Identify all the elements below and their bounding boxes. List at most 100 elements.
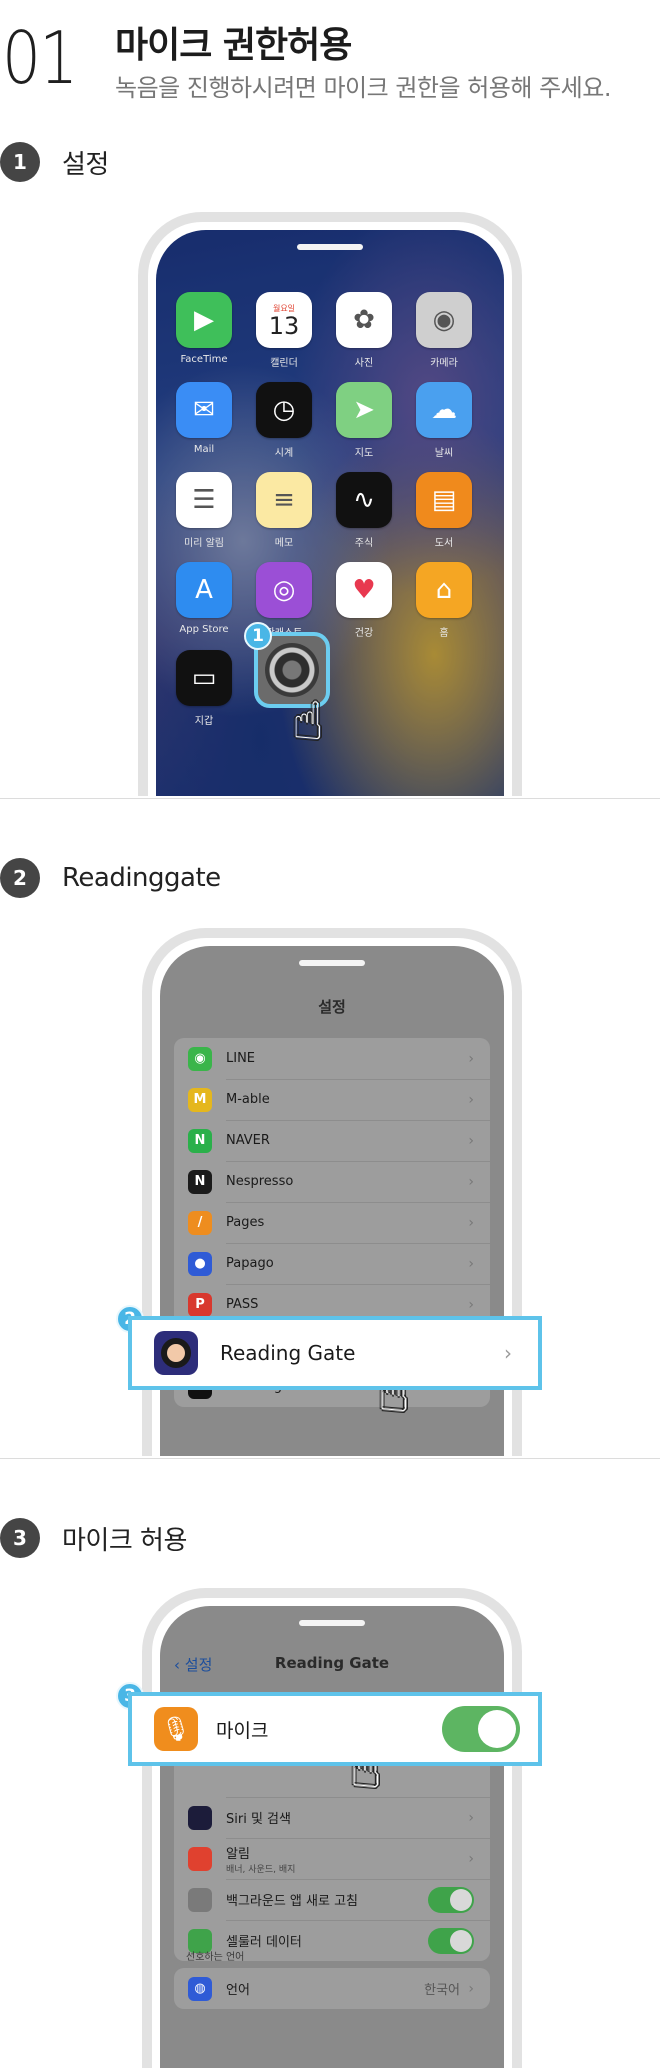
app-icon: ◉ [188, 1046, 212, 1071]
divider [0, 798, 660, 799]
chevron-right-icon: › [468, 1296, 474, 1313]
app-facetime[interactable]: ▶ FaceTime [176, 292, 232, 365]
app-photos[interactable]: ✿ 사진 [336, 292, 392, 369]
language-section-header: 선호하는 언어 [186, 1952, 245, 1963]
home-screen: ▶ FaceTime 월요일 13 캘린더 ✿ 사진 ◉ 카메라 ✉ Mail ◷ 시계 ➤ 지도 ☁ 날씨 ☰ 미… [156, 230, 504, 796]
phone-app-settings-screen: ‹ 설정 Reading Gate Siri 및 검색 › 알림 배너, 사운드, 배… [142, 1588, 522, 2068]
photos-icon: ✿ [336, 292, 392, 348]
facetime-icon: ▶ [176, 292, 232, 348]
row-label: Pages [226, 1215, 265, 1230]
app-label: 지갑 [194, 716, 214, 727]
app-label: 카메라 [430, 358, 458, 369]
row-label: LINE [226, 1051, 256, 1066]
app-clock[interactable]: ◷ 시계 [256, 382, 312, 459]
app-home[interactable]: ⌂ 홈 [416, 562, 472, 639]
app-maps[interactable]: ➤ 지도 [336, 382, 392, 459]
reading-gate-app-icon [154, 1331, 198, 1375]
app-reminders[interactable]: ☰ 미리 알림 [176, 472, 232, 549]
step-label: Readinggate [62, 863, 221, 893]
chevron-right-icon: › [468, 1980, 474, 1997]
microphone-toggle[interactable] [442, 1706, 520, 1752]
mail-icon: ✉ [176, 382, 232, 438]
row-label: PASS [226, 1297, 259, 1312]
app-wallet[interactable]: ▭ 지갑 [176, 650, 232, 727]
app-label: 날씨 [434, 448, 454, 459]
toggle-switch[interactable] [428, 1927, 474, 1954]
settings-row-naver[interactable]: N NAVER › [174, 1120, 490, 1161]
app-icon: / [188, 1210, 212, 1235]
maps-icon: ➤ [336, 382, 392, 438]
globe-icon: ◍ [188, 1976, 212, 2001]
setting-icon [188, 1846, 212, 1871]
app-label: 홈 [439, 628, 449, 639]
chevron-right-icon: › [468, 1050, 474, 1067]
stocks-icon: ∿ [336, 472, 392, 528]
app-setting-row[interactable]: Siri 및 검색 › [174, 1797, 490, 1838]
chevron-right-icon: › [504, 1341, 512, 1365]
notes-icon: ≡ [256, 472, 312, 528]
app-health[interactable]: ♥ 건강 [336, 562, 392, 639]
app-camera[interactable]: ◉ 카메라 [416, 292, 472, 369]
app-setting-row[interactable]: 백그라운드 앱 새로 고침 [174, 1879, 490, 1920]
app-label: 시계 [274, 448, 294, 459]
language-list: ◍ 언어 한국어 › [174, 1968, 490, 2009]
settings-row-m-able[interactable]: M M-able › [174, 1079, 490, 1120]
chevron-right-icon: › [468, 1173, 474, 1190]
chevron-right-icon: › [468, 1214, 474, 1231]
app-icon: M [188, 1087, 212, 1112]
app-label: 캘린더 [270, 358, 298, 369]
chevron-right-icon: › [468, 1091, 474, 1108]
wallet-icon: ▭ [176, 650, 232, 706]
settings-row-nespresso[interactable]: N Nespresso › [174, 1161, 490, 1202]
gear-icon [265, 643, 319, 697]
health-icon: ♥ [336, 562, 392, 618]
app-label: 메모 [274, 538, 294, 549]
settings-row-pages[interactable]: / Pages › [174, 1202, 490, 1243]
microphone-permission-callout[interactable]: 🎙 마이크 [128, 1692, 542, 1766]
row-sublabel: 배너, 사운드, 배지 [226, 1864, 296, 1875]
page-title: 마이크 권한허용 [115, 25, 352, 66]
app-icon: N [188, 1128, 212, 1153]
app-stocks[interactable]: ∿ 주식 [336, 472, 392, 549]
dynamic-island [297, 244, 363, 250]
app-label: App Store [179, 624, 229, 635]
language-label: 언어 [226, 1983, 250, 1998]
step-number-badge: 1 [0, 142, 40, 182]
app-books[interactable]: ▤ 도서 [416, 472, 472, 549]
language-row[interactable]: ◍ 언어 한국어 › [174, 1968, 490, 2009]
step-label: 설정 [62, 149, 109, 180]
reading-gate-callout[interactable]: Reading Gate › [128, 1316, 542, 1390]
step-1-callout-badge: 1 [244, 622, 272, 650]
camera-icon: ◉ [416, 292, 472, 348]
row-label: 백그라운드 앱 새로 고침 [226, 1894, 358, 1909]
app-label: 지도 [354, 448, 374, 459]
dynamic-island [299, 1620, 365, 1626]
chevron-right-icon: › [468, 1132, 474, 1149]
microphone-icon: 🎙 [154, 1707, 198, 1751]
pointing-hand-icon: ☝ [292, 692, 324, 752]
app-calendar[interactable]: 월요일 13 캘린더 [256, 292, 312, 369]
step-number-badge: 2 [0, 858, 40, 898]
app-setting-row[interactable]: 알림 배너, 사운드, 배지 › [174, 1838, 490, 1879]
row-label: M-able [226, 1092, 270, 1107]
step-1-heading: 1 설정 [0, 142, 109, 182]
settings-row-line[interactable]: ◉ LINE › [174, 1038, 490, 1079]
callout-label: Reading Gate [220, 1341, 356, 1365]
reminders-icon: ☰ [176, 472, 232, 528]
app-mail[interactable]: ✉ Mail [176, 382, 232, 455]
app-appstore[interactable]: A App Store [176, 562, 232, 635]
clock-icon: ◷ [256, 382, 312, 438]
app-label: 미리 알림 [184, 538, 224, 549]
app-label: 사진 [354, 358, 374, 369]
settings-row-papago[interactable]: ● Papago › [174, 1243, 490, 1284]
screen-title: Reading Gate [274, 1654, 390, 1672]
toggle-switch[interactable] [428, 1886, 474, 1913]
row-label: Nespresso [226, 1174, 294, 1189]
row-label: Siri 및 검색 [226, 1812, 291, 1827]
app-notes[interactable]: ≡ 메모 [256, 472, 312, 549]
app-label: FaceTime [180, 354, 228, 365]
app-weather[interactable]: ☁ 날씨 [416, 382, 472, 459]
microphone-label: 마이크 [216, 1719, 269, 1742]
step-2-heading: 2 Readinggate [0, 858, 221, 898]
row-label: NAVER [226, 1133, 270, 1148]
